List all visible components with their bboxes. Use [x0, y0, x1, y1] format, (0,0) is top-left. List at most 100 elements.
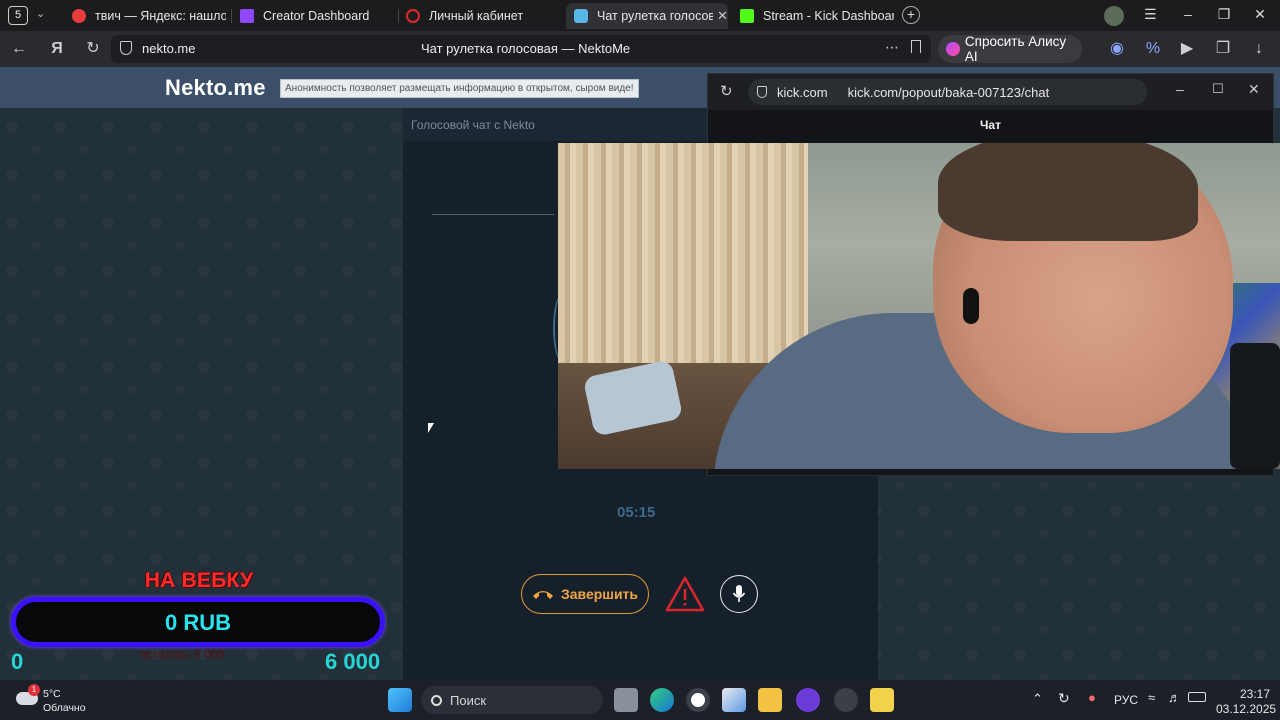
nekto-icon [574, 9, 588, 23]
close-window-button[interactable]: ✕ [1250, 6, 1270, 23]
clock-date[interactable]: 03.12.2025 [1216, 702, 1276, 716]
sync-icon[interactable]: ↻ [1058, 690, 1070, 707]
tray-overflow-icon[interactable]: ⌃ [1032, 691, 1043, 707]
search-label: Поиск [450, 692, 487, 708]
extension-icon[interactable]: ◉ [1106, 39, 1128, 59]
alice-icon [946, 42, 960, 56]
person-hair [938, 143, 1198, 241]
page-title: Чат рулетка голосовая — NektoMe [421, 41, 631, 56]
more-icon[interactable]: ⋯ [885, 39, 899, 56]
address-bar[interactable]: nekto.me Чат рулетка голосовая — NektoMe… [111, 35, 931, 63]
popup-maximize-button[interactable]: ☐ [1212, 81, 1224, 97]
address-bar-row: ← Я ↻ nekto.me Чат рулетка голосовая — N… [0, 31, 1280, 67]
edge-icon[interactable] [650, 688, 674, 712]
yandex-home-button[interactable]: Я [46, 39, 68, 59]
microphone-device [1230, 343, 1280, 469]
tab-label: Creator Dashboard [263, 9, 370, 23]
download-icon[interactable]: ↓ [1248, 39, 1270, 59]
kick-icon [740, 9, 754, 23]
call-timer: 05:15 [617, 504, 656, 521]
goal-current-value: 0 RUB [164, 610, 231, 635]
tab-creator-dashboard[interactable]: Creator Dashboard [236, 3, 396, 29]
warning-icon [665, 576, 705, 612]
microphone-button[interactable] [720, 575, 758, 613]
media-icon[interactable]: ▶ [1176, 39, 1198, 59]
taskbar-search[interactable]: Поиск [421, 686, 603, 714]
search-icon [431, 694, 442, 706]
task-view-icon[interactable] [614, 688, 638, 712]
shield-icon [757, 86, 767, 98]
twitch-icon [240, 9, 254, 23]
tab-count-button[interactable]: 5 [8, 6, 28, 25]
site-logo[interactable]: Nekto.me [165, 75, 266, 101]
back-button[interactable]: ← [8, 39, 30, 59]
tab-label: Личный кабинет [429, 9, 524, 23]
close-tab-icon[interactable]: ✕ [717, 8, 728, 24]
tab-kick-dashboard[interactable]: Stream - Kick Dashboard [734, 3, 894, 29]
site-tagline: Анонимность позволяет размещать информац… [280, 79, 639, 98]
browser-tab-bar: 5 ⌄ твич — Яндекс: нашлось Creator Dashb… [0, 0, 1280, 31]
collections-icon[interactable]: ❐ [1212, 39, 1234, 59]
popup-domain: kick.com [777, 84, 828, 100]
file-explorer-icon[interactable] [758, 688, 782, 712]
app-sun-icon[interactable] [870, 688, 894, 712]
reload-button[interactable]: ↻ [82, 39, 104, 59]
report-button[interactable] [665, 575, 705, 613]
goal-progress-bar: 0 RUB [11, 597, 385, 647]
minimize-button[interactable]: – [1178, 6, 1198, 22]
clock-time[interactable]: 23:17 [1240, 687, 1270, 701]
vpn-icon[interactable]: % [1142, 39, 1164, 59]
yandex-browser-icon[interactable] [686, 688, 710, 712]
chevron-down-icon[interactable]: ⌄ [36, 7, 45, 20]
popup-minimize-button[interactable]: – [1176, 81, 1184, 97]
tab-label: Чат рулетка голосовая [597, 9, 713, 23]
volume-icon[interactable]: ♬ [1168, 690, 1181, 705]
mouse-cursor [428, 423, 434, 433]
microphone-icon [732, 585, 746, 602]
app-icon[interactable] [834, 688, 858, 712]
battery-icon[interactable] [1188, 692, 1206, 702]
end-call-button[interactable]: Завершить [521, 574, 649, 614]
restore-button[interactable]: ❐ [1214, 6, 1234, 23]
shield-icon [120, 41, 132, 55]
goal-remaining: осталось 6 000 [140, 647, 225, 661]
windows-start-icon[interactable] [388, 688, 412, 712]
weather-temp: 5°C [43, 688, 61, 700]
goal-label: НА ВЕБКУ [144, 569, 254, 592]
tab-nekto-active[interactable]: Чат рулетка голосовая ✕ [566, 3, 728, 29]
webcam-feed [558, 143, 1280, 469]
mic-tray-icon[interactable]: ● [1088, 690, 1096, 705]
menu-icon[interactable]: ☰ [1144, 6, 1157, 23]
popup-address-bar[interactable]: kick.com kick.com/popout/baka-007123/cha… [748, 79, 1147, 105]
new-tab-button[interactable]: + [902, 6, 920, 24]
reload-icon[interactable]: ↻ [720, 82, 733, 100]
tab-label: твич — Яндекс: нашлось [95, 9, 226, 23]
bookmark-icon[interactable] [911, 40, 921, 53]
weather-badge: 1 [28, 684, 40, 696]
weather-widget[interactable]: 1 5°C Облачно [14, 684, 104, 716]
popup-close-button[interactable]: ✕ [1248, 81, 1260, 98]
tab-count-label: 5 [14, 9, 22, 21]
popup-chat-title: Чат [980, 118, 1001, 132]
earbud-icon [963, 288, 979, 324]
language-indicator[interactable]: РУС [1114, 693, 1138, 707]
alice-label: Спросить Алису AI [964, 34, 1067, 64]
end-call-label: Завершить [560, 586, 639, 602]
alice-ai-button[interactable]: Спросить Алису AI [938, 34, 1082, 64]
profile-avatar[interactable] [1104, 6, 1124, 26]
divider [432, 214, 554, 215]
store-icon[interactable] [722, 688, 746, 712]
windows-taskbar: 1 5°C Облачно Поиск ⌃ ↻ ● РУС ≈ ♬ 23:17 … [0, 680, 1280, 720]
tab-label: Stream - Kick Dashboard [763, 9, 894, 23]
curtain [558, 143, 808, 393]
obs-icon[interactable] [796, 688, 820, 712]
wifi-icon[interactable]: ≈ [1148, 690, 1155, 705]
yandex-icon [72, 9, 86, 23]
opera-icon [406, 9, 420, 23]
url-text: nekto.me [142, 41, 196, 56]
tab-yandex-search[interactable]: твич — Яндекс: нашлось [66, 3, 226, 29]
goal-max: 6 000 [325, 649, 381, 674]
goal-min: 0 [11, 649, 24, 674]
popup-title-bar: ↻ kick.com kick.com/popout/baka-007123/c… [708, 74, 1273, 110]
tab-personal-account[interactable]: Личный кабинет [402, 3, 562, 29]
